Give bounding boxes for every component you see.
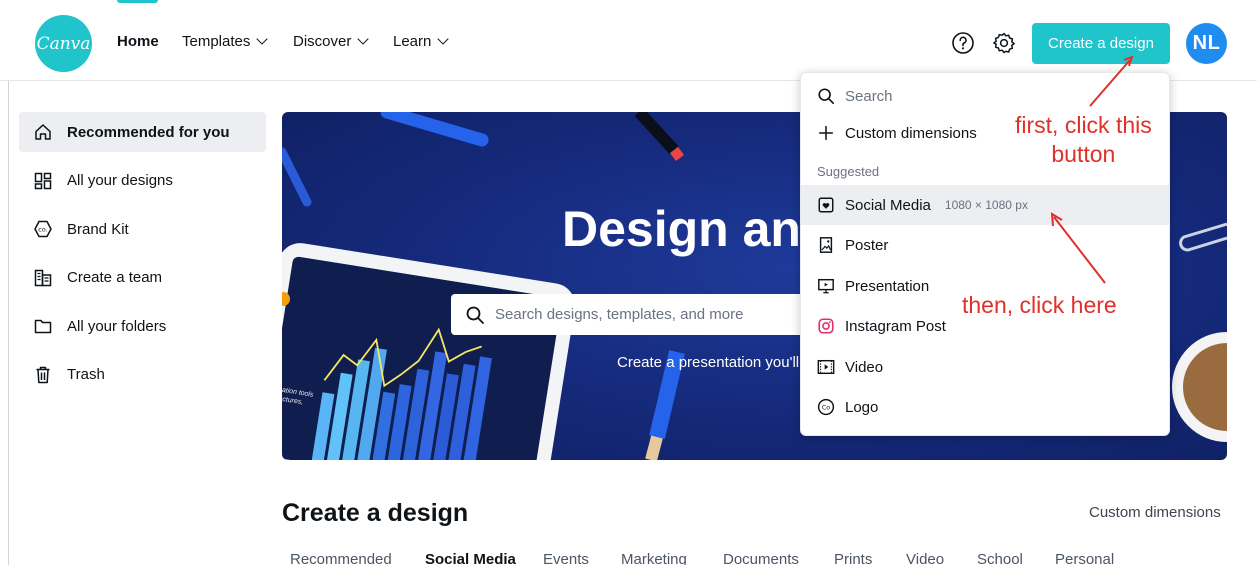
dropdown-section-label: Suggested xyxy=(817,164,880,179)
nav-templates-label: Templates xyxy=(182,33,251,50)
chevron-down-icon xyxy=(357,33,370,45)
tab-recommended[interactable]: Recommended xyxy=(290,551,392,565)
tablet-screen: cation tools lectures, xyxy=(282,255,563,460)
dropdown-item-label: Poster xyxy=(845,236,889,254)
hero-subtitle: Create a presentation you'll xyxy=(617,354,800,371)
tab-video[interactable]: Video xyxy=(906,551,944,565)
nav-templates[interactable]: Templates xyxy=(182,33,269,50)
create-design-label: Create a design xyxy=(1048,35,1154,52)
page-left-border xyxy=(8,0,9,565)
sidebar-item-trash[interactable]: Trash xyxy=(19,355,266,395)
search-icon xyxy=(818,88,835,105)
tab-marketing[interactable]: Marketing xyxy=(621,551,687,565)
nav-home[interactable]: Home xyxy=(117,33,159,50)
dropdown-item-label: Social Media xyxy=(845,196,931,214)
dropdown-item-label: Instagram Post xyxy=(845,317,946,335)
annotation-then: then, click here xyxy=(962,292,1117,318)
sidebar-item-recommended[interactable]: Recommended for you xyxy=(19,112,266,152)
tab-prints[interactable]: Prints xyxy=(834,551,872,565)
search-icon xyxy=(466,306,484,324)
dropdown-search-placeholder: Search xyxy=(845,87,893,105)
sidebar-item-create-team[interactable]: Create a team xyxy=(19,258,266,298)
nav-home-label: Home xyxy=(117,33,159,50)
chevron-down-icon xyxy=(437,33,450,45)
dropdown-item-label: Logo xyxy=(845,398,879,416)
nav-discover[interactable]: Discover xyxy=(293,33,370,50)
help-icon[interactable] xyxy=(951,31,975,55)
sidebar: Recommended for you All your designs co.… xyxy=(19,112,266,403)
dropdown-item-label: Video xyxy=(845,358,884,376)
nav-learn[interactable]: Learn xyxy=(393,33,450,50)
tab-events[interactable]: Events xyxy=(543,551,589,565)
create-design-button[interactable]: Create a design xyxy=(1032,23,1170,64)
sidebar-item-label: Brand Kit xyxy=(67,220,129,238)
dropdown-item-dimensions: 1080 × 1080 px xyxy=(944,198,1028,212)
folder-icon xyxy=(34,319,52,334)
svg-text:co.: co. xyxy=(38,226,48,234)
chevron-down-icon xyxy=(256,33,269,45)
tab-social-media[interactable]: Social Media xyxy=(425,551,516,565)
bar-chart-graphic xyxy=(310,327,492,460)
tab-school[interactable]: School xyxy=(977,551,1023,565)
active-nav-indicator xyxy=(117,0,158,3)
dropdown-item-label: Presentation xyxy=(845,277,930,295)
video-icon xyxy=(817,359,835,375)
avatar-initials: NL xyxy=(1192,32,1221,54)
grid-icon xyxy=(34,172,52,189)
settings-icon[interactable] xyxy=(992,31,1016,55)
dropdown-item-poster[interactable]: Poster xyxy=(801,225,1169,265)
logo-icon: Co xyxy=(817,398,835,416)
home-icon xyxy=(35,124,51,140)
hero-title: Design any xyxy=(562,201,829,257)
sidebar-item-label: Create a team xyxy=(67,269,163,286)
logo-text: Canva xyxy=(36,33,91,54)
custom-dimensions-link[interactable]: Custom dimensions xyxy=(1089,504,1221,521)
tab-documents[interactable]: Documents xyxy=(723,551,799,565)
tab-personal[interactable]: Personal xyxy=(1055,551,1114,565)
poster-icon xyxy=(819,237,833,253)
sidebar-item-all-designs[interactable]: All your designs xyxy=(19,161,266,201)
social-media-icon xyxy=(818,197,834,213)
dropdown-item-logo[interactable]: Co Logo xyxy=(801,387,1169,427)
sidebar-item-brand-kit[interactable]: co. Brand Kit xyxy=(19,209,266,249)
presentation-icon xyxy=(818,278,834,294)
trash-icon xyxy=(36,366,50,383)
brand-kit-icon: co. xyxy=(34,220,52,238)
top-header: Canva Home Templates Discover Learn Crea… xyxy=(0,0,1257,81)
sidebar-item-label: All your folders xyxy=(67,317,167,335)
instagram-icon xyxy=(818,318,834,334)
custom-dimensions-label: Custom dimensions xyxy=(845,124,977,142)
nav-discover-label: Discover xyxy=(293,33,352,50)
canva-logo[interactable]: Canva xyxy=(35,15,92,72)
sidebar-item-label: Trash xyxy=(67,366,105,383)
plus-icon xyxy=(818,125,834,141)
nav-learn-label: Learn xyxy=(393,33,432,50)
create-design-heading: Create a design xyxy=(282,499,469,527)
sidebar-item-folders[interactable]: All your folders xyxy=(19,306,266,346)
sidebar-item-label: Recommended for you xyxy=(67,123,230,141)
dropdown-item-video[interactable]: Video xyxy=(801,347,1169,387)
hero-search-placeholder: Search designs, templates, and more xyxy=(495,306,744,323)
annotation-first: first, click this button xyxy=(1015,112,1152,167)
sidebar-item-label: All your designs xyxy=(67,172,173,189)
hero-search-input[interactable]: Search designs, templates, and more xyxy=(451,294,851,335)
team-icon xyxy=(34,269,52,286)
avatar[interactable]: NL xyxy=(1186,23,1227,64)
dropdown-item-social-media[interactable]: Social Media 1080 × 1080 px xyxy=(801,185,1169,225)
svg-text:Co: Co xyxy=(822,405,830,412)
dropdown-search-input[interactable]: Search xyxy=(801,76,1169,116)
